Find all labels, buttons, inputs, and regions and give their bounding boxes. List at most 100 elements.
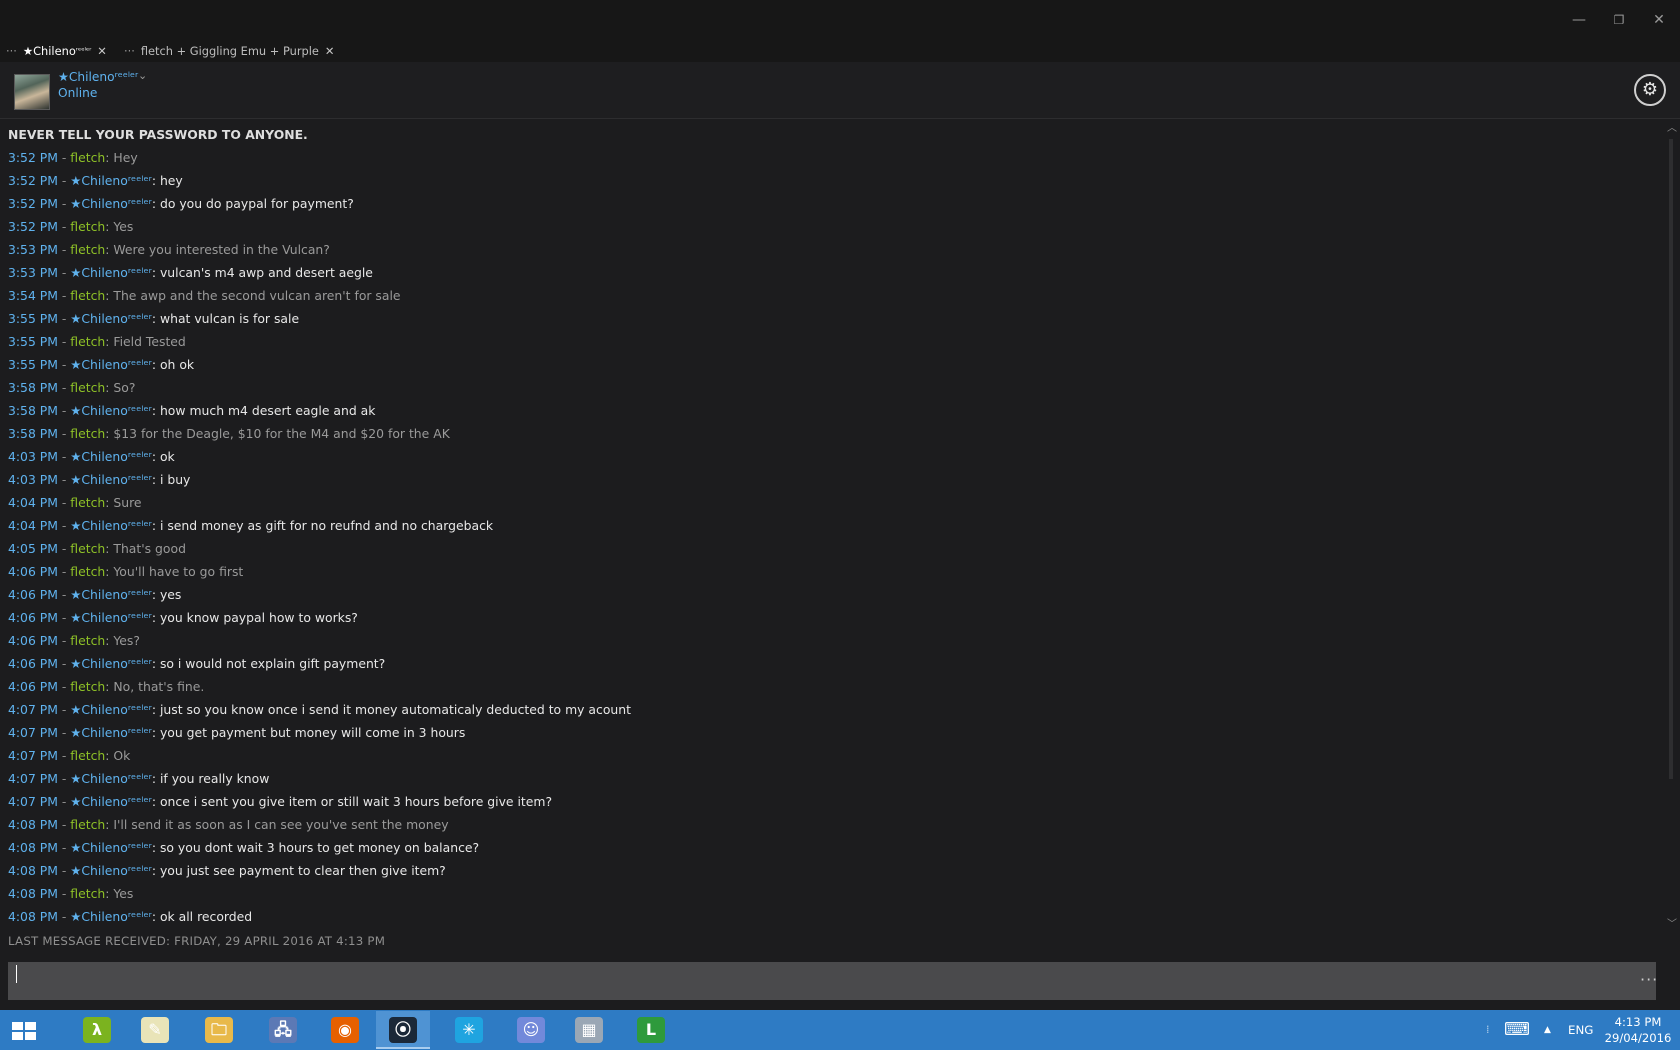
tab-close-icon[interactable]: ✕: [97, 44, 107, 58]
chat-scrollbar[interactable]: ︿ ﹀: [1664, 119, 1680, 931]
message-author[interactable]: ★Chilenoʳᵉᵉˡᵉʳ: [70, 794, 152, 809]
message-timestamp: 3:58 PM: [8, 426, 58, 441]
tab-menu-icon[interactable]: ···: [124, 44, 135, 58]
message-author[interactable]: ★Chilenoʳᵉᵉˡᵉʳ: [70, 656, 152, 671]
taskbar-app-button[interactable]: 🗀: [192, 1011, 246, 1049]
tab-group-chat[interactable]: ··· fletch + Giggling Emu + Purple ✕: [124, 40, 334, 62]
message-timestamp: 4:08 PM: [8, 909, 58, 924]
message-author[interactable]: fletch: [70, 380, 105, 395]
message-author[interactable]: ★Chilenoʳᵉᵉˡᵉʳ: [70, 587, 152, 602]
avatar[interactable]: [14, 74, 50, 110]
tray-overflow-icon[interactable]: ▲: [1544, 1010, 1551, 1050]
close-button[interactable]: ✕: [1645, 8, 1673, 32]
message-text: $13 for the Deagle, $10 for the M4 and $…: [113, 426, 450, 441]
timestamp-separator: -: [57, 449, 71, 464]
message-author[interactable]: fletch: [70, 564, 105, 579]
author-colon: :: [151, 863, 160, 878]
more-options-icon[interactable]: ···: [1640, 970, 1658, 989]
message-author[interactable]: ★Chilenoʳᵉᵉˡᵉʳ: [70, 771, 152, 786]
chevron-down-icon[interactable]: ⌄: [138, 69, 147, 82]
photos-icon: ▦: [575, 1017, 603, 1043]
message-input[interactable]: [8, 962, 1624, 998]
message-author[interactable]: ★Chilenoʳᵉᵉˡᵉʳ: [70, 357, 152, 372]
timestamp-separator: -: [57, 196, 71, 211]
message-author[interactable]: fletch: [70, 426, 105, 441]
message-author[interactable]: ★Chilenoʳᵉᵉˡᵉʳ: [70, 909, 152, 924]
last-message-received: LAST MESSAGE RECEIVED: FRIDAY, 29 APRIL …: [8, 934, 386, 948]
message-author[interactable]: ★Chilenoʳᵉᵉˡᵉʳ: [70, 265, 152, 280]
taskbar-app-button[interactable]: ☺: [504, 1011, 558, 1049]
language-indicator[interactable]: ENG: [1568, 1010, 1593, 1050]
message-text: hey: [159, 173, 183, 188]
taskbar-app-button[interactable]: ▦: [562, 1011, 616, 1049]
message-author[interactable]: fletch: [70, 886, 105, 901]
timestamp-separator: -: [57, 863, 71, 878]
tab-chileno[interactable]: ··· ★Chilenoʳᵉᵉˡᵉʳ ✕: [6, 40, 107, 62]
taskbar-app-button[interactable]: L: [624, 1011, 678, 1049]
message-author[interactable]: ★Chilenoʳᵉᵉˡᵉʳ: [70, 196, 152, 211]
keyboard-icon[interactable]: ⌨: [1504, 1010, 1530, 1050]
author-colon: :: [151, 587, 160, 602]
message-author[interactable]: fletch: [70, 334, 105, 349]
message-timestamp: 3:54 PM: [8, 288, 58, 303]
author-colon: :: [151, 265, 160, 280]
message-author[interactable]: ★Chilenoʳᵉᵉˡᵉʳ: [70, 403, 152, 418]
tab-close-icon[interactable]: ✕: [325, 44, 335, 58]
gear-icon[interactable]: ⚙: [1634, 74, 1666, 106]
timestamp-separator: -: [57, 748, 71, 763]
taskbar-app-button[interactable]: ✳: [442, 1011, 496, 1049]
clock[interactable]: 4:13 PM 29/04/2016: [1598, 1014, 1678, 1046]
message-author[interactable]: ★Chilenoʳᵉᵉˡᵉʳ: [70, 725, 152, 740]
start-button[interactable]: [0, 1010, 48, 1050]
timestamp-separator: -: [57, 357, 71, 372]
restore-button[interactable]: ❐: [1605, 8, 1633, 32]
minimize-button[interactable]: —: [1565, 8, 1593, 32]
message-author[interactable]: fletch: [70, 219, 105, 234]
message-author[interactable]: fletch: [70, 748, 105, 763]
message-author[interactable]: fletch: [70, 150, 105, 165]
message-author[interactable]: ★Chilenoʳᵉᵉˡᵉʳ: [70, 702, 152, 717]
message-input-box: [8, 962, 1656, 1000]
message-text: So?: [113, 380, 136, 395]
tab-menu-icon[interactable]: ···: [6, 44, 17, 58]
message-author[interactable]: ★Chilenoʳᵉᵉˡᵉʳ: [70, 449, 152, 464]
message-author[interactable]: ★Chilenoʳᵉᵉˡᵉʳ: [70, 472, 152, 487]
message-timestamp: 3:53 PM: [8, 265, 58, 280]
taskbar-app-button[interactable]: 🖧: [256, 1011, 310, 1049]
file-explorer-icon: 🗀: [205, 1017, 233, 1043]
discord-icon: ☺: [517, 1017, 545, 1043]
message-author[interactable]: ★Chilenoʳᵉᵉˡᵉʳ: [70, 311, 152, 326]
message-text: yes: [159, 587, 182, 602]
author-colon: :: [151, 518, 160, 533]
scrollbar-thumb[interactable]: [1669, 139, 1673, 779]
message-text: i buy: [159, 472, 191, 487]
message-text: so i would not explain gift payment?: [159, 656, 386, 671]
message-author[interactable]: fletch: [70, 679, 105, 694]
taskbar-app-button[interactable]: ⦿: [376, 1011, 430, 1049]
friend-name[interactable]: ★Chilenoʳᵉᵉˡᵉʳ: [58, 70, 138, 84]
message-author[interactable]: ★Chilenoʳᵉᵉˡᵉʳ: [70, 518, 152, 533]
taskbar-app-button[interactable]: ✎: [128, 1011, 182, 1049]
author-colon: :: [151, 656, 160, 671]
scroll-down-icon[interactable]: ﹀: [1666, 915, 1678, 930]
message-text: you just see payment to clear then give …: [159, 863, 446, 878]
message-author[interactable]: fletch: [70, 817, 105, 832]
message-author[interactable]: ★Chilenoʳᵉᵉˡᵉʳ: [70, 610, 152, 625]
message-author[interactable]: ★Chilenoʳᵉᵉˡᵉʳ: [70, 173, 152, 188]
timestamp-separator: -: [57, 265, 71, 280]
taskbar-app-button[interactable]: ◉: [318, 1011, 372, 1049]
message-author[interactable]: fletch: [70, 495, 105, 510]
message-text: ok: [159, 449, 175, 464]
message-author[interactable]: ★Chilenoʳᵉᵉˡᵉʳ: [70, 840, 152, 855]
taskbar-app-button[interactable]: λ: [70, 1011, 124, 1049]
message-author[interactable]: fletch: [70, 633, 105, 648]
message-text: do you do paypal for payment?: [159, 196, 354, 211]
chat-message: 4:07 PM - ★Chilenoʳᵉᵉˡᵉʳ: once i sent yo…: [8, 792, 552, 812]
message-author[interactable]: fletch: [70, 541, 105, 556]
message-author[interactable]: fletch: [70, 288, 105, 303]
scroll-up-icon[interactable]: ︿: [1666, 119, 1678, 134]
chat-message: 3:58 PM - fletch: $13 for the Deagle, $1…: [8, 424, 450, 444]
message-author[interactable]: ★Chilenoʳᵉᵉˡᵉʳ: [70, 863, 152, 878]
chat-message: 4:08 PM - ★Chilenoʳᵉᵉˡᵉʳ: so you dont wa…: [8, 838, 479, 858]
message-author[interactable]: fletch: [70, 242, 105, 257]
